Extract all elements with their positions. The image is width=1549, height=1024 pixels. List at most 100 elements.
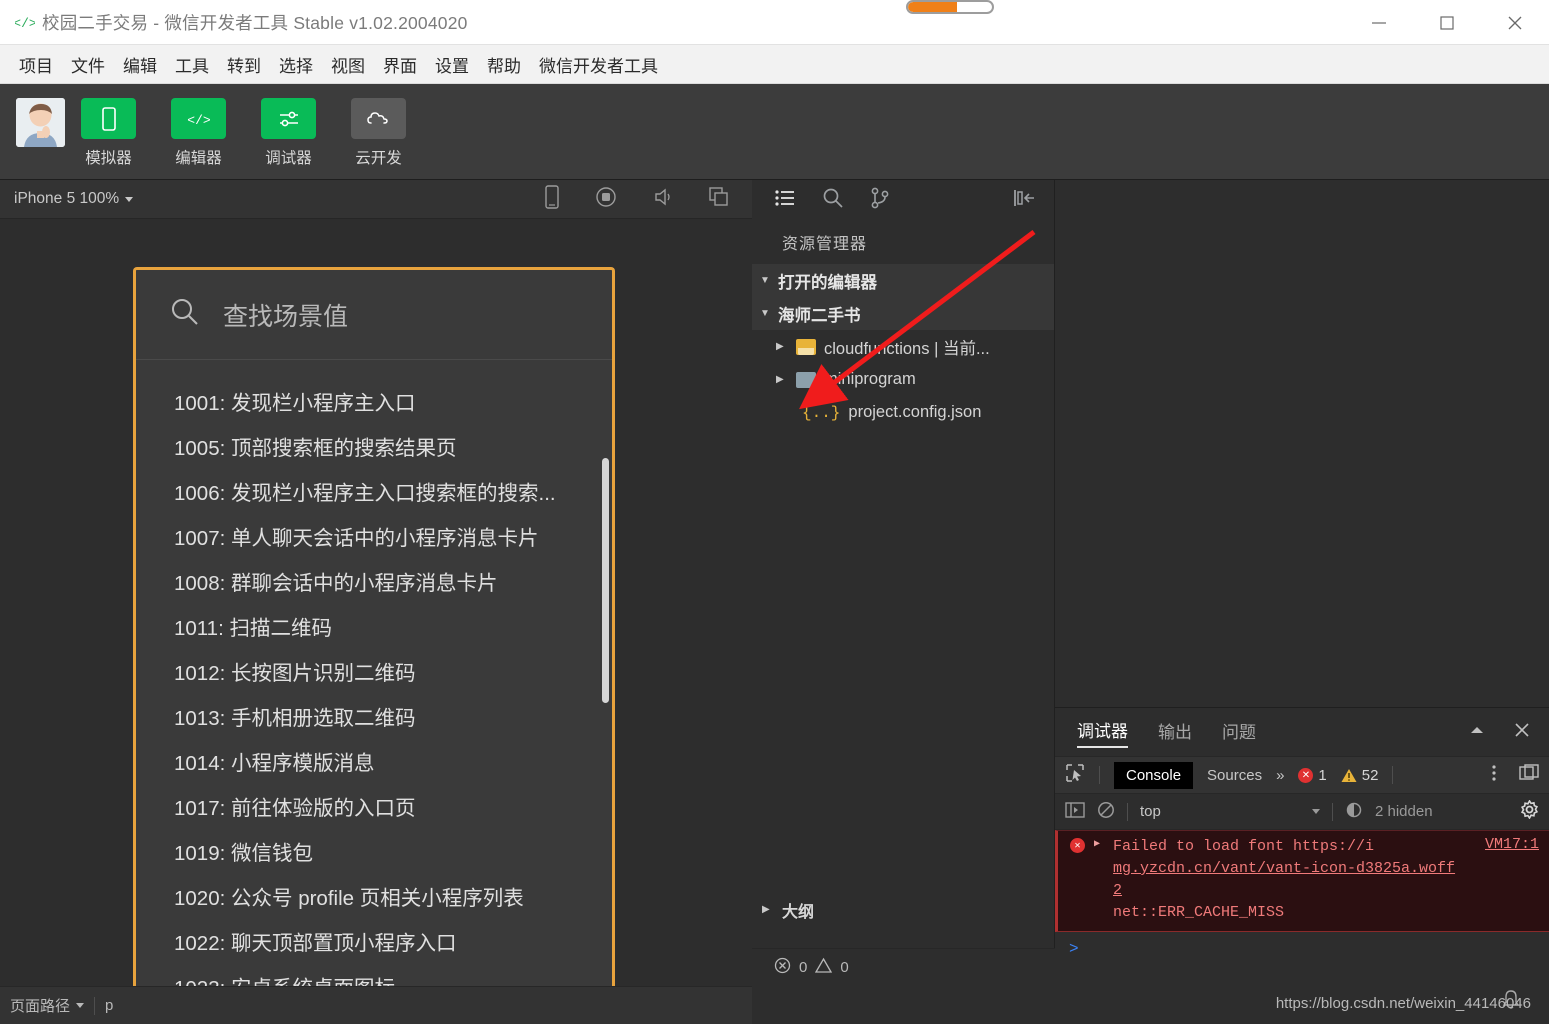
console-filter-bar: top 2 hidden [1055,794,1549,830]
scene-list-item[interactable]: 1020: 公众号 profile 页相关小程序列表 [136,873,612,918]
devtools-tabs: 调试器 输出 问题 [1055,708,1549,756]
json-icon: {..} [802,404,840,422]
panel-tab-console[interactable]: Console [1114,762,1193,789]
minimize-button[interactable] [1345,0,1413,45]
menu-item-help[interactable]: 帮助 [478,48,530,81]
scene-list-item[interactable]: 1012: 长按图片识别二维码 [136,648,612,693]
explorer-status-bar: 0 0 [752,948,1055,986]
scene-list-item[interactable]: 1019: 微信钱包 [136,828,612,873]
toolbar-button-debugger[interactable]: 调试器 [261,98,316,168]
simulator-status-bar: 页面路径 p [0,986,752,1024]
explorer-item-miniprogram[interactable]: ▶ miniprogram [752,363,1054,396]
warning-triangle-icon[interactable] [815,957,832,978]
console-sidebar-icon[interactable] [1065,801,1085,823]
record-icon[interactable] [594,185,618,214]
status-divider [94,997,95,1015]
scene-list-item[interactable]: 1017: 前往体验版的入口页 [136,783,612,828]
error-circle-icon[interactable] [774,957,791,978]
explorer-item-label: project.config.json [848,403,981,422]
menu-item-interface[interactable]: 界面 [374,48,426,81]
chevron-up-icon[interactable] [1469,723,1485,741]
menu-item-project[interactable]: 项目 [10,48,62,81]
dock-panel-icon[interactable] [1519,764,1539,787]
scene-list-item[interactable]: 1005: 顶部搜索框的搜索结果页 [136,423,612,468]
phone-frame-icon[interactable] [544,185,560,214]
console-context-select[interactable]: top [1140,803,1320,820]
console-error-line4: net::ERR_CACHE_MISS [1113,904,1284,921]
scene-list-item[interactable]: 1011: 扫描二维码 [136,603,612,648]
scene-list-item[interactable]: 1006: 发现栏小程序主入口搜索框的搜索... [136,468,612,513]
menu-item-tools[interactable]: 工具 [166,48,218,81]
inspect-cursor-icon[interactable] [1065,763,1085,788]
gear-icon[interactable] [1520,800,1539,823]
explorer-title: 资源管理器 [752,220,1054,264]
live-expression-icon[interactable] [1345,801,1363,823]
tab-problems[interactable]: 问题 [1222,718,1256,747]
scene-search-row[interactable]: 查找场景值 [136,270,612,360]
double-chevron-right-icon[interactable]: » [1276,767,1284,784]
close-button[interactable] [1481,0,1549,45]
filter-divider [1332,803,1333,821]
console-error-line3[interactable]: 2 [1113,882,1122,899]
scene-list-item[interactable]: 1013: 手机相册选取二维码 [136,693,612,738]
menu-item-goto[interactable]: 转到 [218,48,270,81]
chevron-right-icon: ▶ [776,341,788,352]
explorer-error-count: 0 [799,959,807,976]
explorer-item-cloudfunctions[interactable]: ▶ cloudfunctions | 当前... [752,330,1054,363]
warning-triangle-icon [1341,768,1357,783]
scene-list-item[interactable]: 1008: 群聊会话中的小程序消息卡片 [136,558,612,603]
tab-debugger[interactable]: 调试器 [1077,717,1128,748]
collapse-icon[interactable] [1012,188,1036,213]
source-control-icon[interactable] [870,187,890,214]
menu-item-select[interactable]: 选择 [270,48,322,81]
explorer-item-label: cloudfunctions | 当前... [824,335,990,359]
console-error-entry[interactable]: ✕ ▶ VM17:1 Failed to load font https://i… [1055,830,1549,932]
device-select[interactable]: iPhone 5 100% [14,190,133,208]
chevron-right-icon: ▶ [762,904,774,915]
user-avatar[interactable] [16,98,65,147]
chevron-down-icon [1312,809,1320,814]
scene-list-item[interactable]: 1014: 小程序模版消息 [136,738,612,783]
toolbar-button-cloud[interactable]: 云开发 [351,98,406,168]
toolbar-button-editor[interactable]: </> 编辑器 [171,98,226,168]
window-controls [1345,0,1549,45]
more-vertical-icon[interactable] [1491,763,1497,788]
toolbar-label-simulator: 模拟器 [85,146,132,168]
triangle-right-icon[interactable]: ▶ [1094,838,1100,850]
windows-icon[interactable] [708,186,730,213]
page-path-select[interactable]: 页面路径 [10,995,84,1016]
console-error-line2[interactable]: mg.yzcdn.cn/vant/vant-icon-d3825a.woff [1113,860,1455,877]
tab-output[interactable]: 输出 [1158,718,1192,747]
warning-badge[interactable]: 52 [1341,767,1379,784]
maximize-button[interactable] [1413,0,1481,45]
menu-item-view[interactable]: 视图 [322,48,374,81]
scene-value-list[interactable]: 1001: 发现栏小程序主入口 1005: 顶部搜索框的搜索结果页 1006: … [136,360,612,1012]
menu-item-settings[interactable]: 设置 [426,48,478,81]
menu-item-file[interactable]: 文件 [62,48,114,81]
console-error-line1: Failed to load font https://i [1113,838,1374,855]
menu-item-edit[interactable]: 编辑 [114,48,166,81]
loading-progress-fill [908,2,957,12]
explorer-section-outline[interactable]: ▶ 大纲 [752,893,1055,926]
simulator-toolbar: iPhone 5 100% [0,180,752,219]
svg-text:</>: </> [187,113,211,128]
scene-list-item[interactable]: 1007: 单人聊天会话中的小程序消息卡片 [136,513,612,558]
files-icon[interactable] [774,188,796,213]
no-entry-icon[interactable] [1097,801,1115,823]
scene-list-scrollbar[interactable] [602,458,609,703]
panel-tab-sources[interactable]: Sources [1207,767,1262,784]
search-icon[interactable] [822,187,844,214]
scene-list-item[interactable]: 1001: 发现栏小程序主入口 [136,378,612,423]
toolbar-button-simulator[interactable]: 模拟器 [81,98,136,168]
error-badge[interactable]: ✕ 1 [1298,767,1326,784]
scene-list-item[interactable]: 1022: 聊天顶部置顶小程序入口 [136,918,612,963]
console-error-source[interactable]: VM17:1 [1485,836,1539,853]
volume-icon[interactable] [652,186,674,213]
console-input-prompt[interactable]: > [1055,932,1549,958]
close-icon[interactable] [1513,721,1531,744]
menu-item-devtools[interactable]: 微信开发者工具 [530,48,667,81]
explorer-section-project-root[interactable]: ▼ 海师二手书 [752,297,1054,330]
explorer-item-project-config[interactable]: {..} project.config.json [752,396,1054,429]
explorer-section-open-editors[interactable]: ▼ 打开的编辑器 [752,264,1054,297]
scene-search-input[interactable]: 查找场景值 [223,297,348,333]
